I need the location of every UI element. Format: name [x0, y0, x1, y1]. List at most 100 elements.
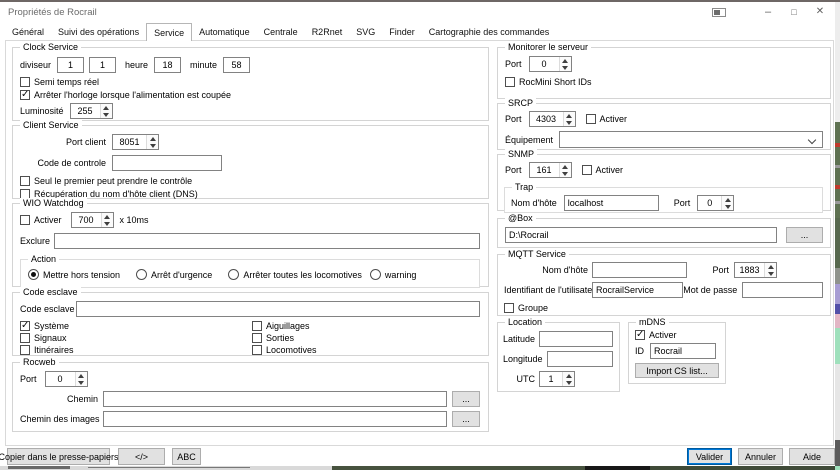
mqtt-port-spinner[interactable]: 1883	[734, 262, 777, 278]
checkbox-aiguillages[interactable]: Aiguillages	[252, 321, 317, 331]
exclure-input[interactable]	[54, 233, 480, 249]
checkbox-box[interactable]	[252, 345, 262, 355]
radio-button[interactable]	[136, 269, 147, 280]
wio-interval-spinner[interactable]: 700	[71, 212, 114, 228]
radio-mettre-hors-tension[interactable]: Mettre hors tension	[28, 269, 120, 280]
spinner-buttons[interactable]	[764, 263, 776, 277]
checkbox-srcp-activer[interactable]: Activer	[586, 114, 628, 124]
mqtt-password-input[interactable]	[742, 282, 823, 298]
valider-button[interactable]: Valider	[687, 448, 732, 465]
spin-down-icon[interactable]	[104, 222, 110, 226]
rocweb-port-spinner[interactable]: 0	[45, 371, 88, 387]
checkbox-rocmini-short-ids[interactable]: RocMini Short IDs	[505, 77, 823, 87]
latitude-input[interactable]	[539, 331, 613, 347]
chemin-images-input[interactable]	[103, 411, 447, 427]
chemin-browse-button[interactable]: ...	[452, 391, 480, 407]
radio-button-selected[interactable]	[28, 269, 39, 280]
chemin-input[interactable]	[103, 391, 447, 407]
checkbox-systeme[interactable]: Système	[20, 321, 252, 331]
tab-service[interactable]: Service	[146, 23, 192, 41]
spinner-buttons[interactable]	[146, 135, 158, 149]
mdns-id-input[interactable]: Rocrail	[650, 343, 716, 359]
checkbox-wio-activer[interactable]: Activer	[20, 215, 62, 225]
spin-up-icon[interactable]	[562, 59, 568, 63]
chemin-images-browse-button[interactable]: ...	[452, 411, 480, 427]
spin-up-icon[interactable]	[150, 137, 156, 141]
copy-clipboard-button[interactable]: Copier dans le presse-papiers	[7, 448, 110, 465]
spinner-buttons[interactable]	[562, 372, 574, 386]
code-controle-input[interactable]	[112, 155, 222, 171]
checkbox-semi-temps-reel[interactable]: Semi temps réel	[20, 77, 480, 87]
luminosite-spinner[interactable]: 255	[70, 103, 113, 119]
spin-down-icon[interactable]	[768, 272, 774, 276]
srcp-port-spinner[interactable]: 4303	[529, 111, 576, 127]
spinner-buttons[interactable]	[101, 213, 113, 227]
spin-up-icon[interactable]	[104, 215, 110, 219]
tab-automatique[interactable]: Automatique	[192, 23, 257, 41]
spin-down-icon[interactable]	[566, 121, 572, 125]
checkbox-arreter-horloge[interactable]: Arrêter l'horloge lorsque l'alimentation…	[20, 90, 480, 100]
spin-up-icon[interactable]	[103, 106, 109, 110]
mqtt-user-input[interactable]: RocrailService	[592, 282, 683, 298]
tab-r2rnet[interactable]: R2Rnet	[305, 23, 350, 41]
checkbox-box-checked[interactable]	[20, 90, 30, 100]
snmp-port-spinner[interactable]: 161	[529, 162, 572, 178]
checkbox-box[interactable]	[252, 333, 262, 343]
radio-button[interactable]	[370, 269, 381, 280]
checkbox-box[interactable]	[20, 176, 30, 186]
atbox-browse-button[interactable]: ...	[786, 227, 823, 243]
code-esclave-input[interactable]	[76, 301, 480, 317]
checkbox-box[interactable]	[20, 333, 30, 343]
tab-cartographie-des-commandes[interactable]: Cartographie des commandes	[422, 23, 557, 41]
mqtt-hote-input[interactable]	[592, 262, 687, 278]
checkbox-box-checked[interactable]	[20, 321, 30, 331]
spin-up-icon[interactable]	[566, 114, 572, 118]
minute-input[interactable]: 58	[223, 57, 250, 73]
checkbox-box[interactable]	[582, 165, 592, 175]
titlebar[interactable]: Propriétés de Rocrail – □ ✕	[0, 2, 840, 21]
code-view-button[interactable]: </>	[118, 448, 165, 465]
checkbox-sorties[interactable]: Sorties	[252, 333, 317, 343]
tab-svg[interactable]: SVG	[349, 23, 382, 41]
checkbox-locomotives[interactable]: Locomotives	[252, 345, 317, 355]
minimize-button[interactable]: –	[755, 2, 781, 21]
longitude-input[interactable]	[547, 351, 613, 367]
maximize-button[interactable]: □	[781, 2, 807, 21]
radio-button[interactable]	[228, 269, 239, 280]
abc-button[interactable]: ABC	[172, 448, 201, 465]
checkbox-itineraires[interactable]: Itinéraires	[20, 345, 252, 355]
spin-down-icon[interactable]	[566, 381, 572, 385]
checkbox-box[interactable]	[586, 114, 596, 124]
spin-up-icon[interactable]	[725, 198, 731, 202]
annuler-button[interactable]: Annuler	[738, 448, 783, 465]
spin-up-icon[interactable]	[78, 374, 84, 378]
spin-down-icon[interactable]	[562, 172, 568, 176]
port-client-spinner[interactable]: 8051	[112, 134, 159, 150]
diviseur-input-2[interactable]: 1	[89, 57, 116, 73]
atbox-path-input[interactable]: D:\Rocrail	[505, 227, 777, 243]
spin-up-icon[interactable]	[562, 165, 568, 169]
checkbox-box[interactable]	[20, 345, 30, 355]
spinner-buttons[interactable]	[563, 112, 575, 126]
spinner-buttons[interactable]	[559, 163, 571, 177]
monitor-port-spinner[interactable]: 0	[529, 56, 572, 72]
checkbox-groupe[interactable]: Groupe	[504, 303, 823, 313]
trap-hote-input[interactable]: localhost	[564, 195, 659, 211]
checkbox-recuperation-dns[interactable]: Récupération du nom d'hôte client (DNS)	[20, 189, 480, 199]
trap-port-spinner[interactable]: 0	[697, 195, 734, 211]
spinner-buttons[interactable]	[75, 372, 87, 386]
spin-down-icon[interactable]	[562, 66, 568, 70]
checkbox-seul-premier[interactable]: Seul le premier peut prendre le contrôle	[20, 176, 480, 186]
checkbox-snmp-activer[interactable]: Activer	[582, 165, 624, 175]
tab-finder[interactable]: Finder	[382, 23, 422, 41]
checkbox-box[interactable]	[20, 77, 30, 87]
checkbox-box[interactable]	[252, 321, 262, 331]
utc-spinner[interactable]: 1	[539, 371, 575, 387]
radio-warning[interactable]: warning	[370, 269, 417, 280]
tab-centrale[interactable]: Centrale	[257, 23, 305, 41]
spin-down-icon[interactable]	[103, 113, 109, 117]
radio-arret-urgence[interactable]: Arrêt d'urgence	[136, 269, 212, 280]
checkbox-mdns-activer[interactable]: Activer	[635, 330, 719, 340]
checkbox-box[interactable]	[504, 303, 514, 313]
close-button[interactable]: ✕	[807, 2, 833, 21]
